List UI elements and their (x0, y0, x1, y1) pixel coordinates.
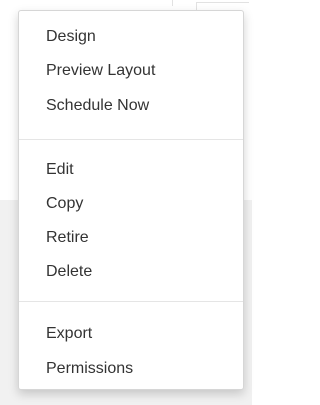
menu-item-preview-layout[interactable]: Preview Layout (46, 58, 155, 84)
menu-item-edit[interactable]: Edit (46, 157, 74, 183)
menu-item-copy[interactable]: Copy (46, 191, 83, 217)
menu-item-permissions[interactable]: Permissions (46, 356, 133, 382)
context-menu: Design Preview Layout Schedule Now Edit … (18, 10, 244, 390)
menu-separator (19, 301, 243, 302)
menu-separator (19, 139, 243, 140)
menu-item-design[interactable]: Design (46, 24, 96, 50)
menu-item-retire[interactable]: Retire (46, 225, 89, 251)
menu-item-export[interactable]: Export (46, 321, 92, 347)
menu-item-delete[interactable]: Delete (46, 259, 92, 285)
background-divider (172, 0, 173, 6)
menu-item-schedule-now[interactable]: Schedule Now (46, 93, 149, 119)
